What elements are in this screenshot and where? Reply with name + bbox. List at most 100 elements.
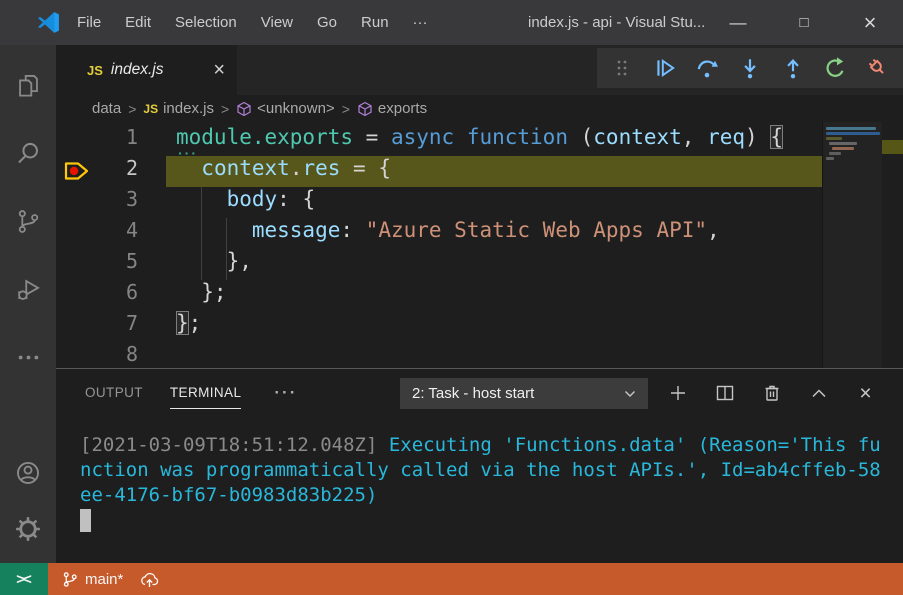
search-icon[interactable] (0, 125, 56, 181)
maximize-panel-icon[interactable] (808, 382, 829, 404)
tab-index-js[interactable]: JS index.js × (56, 45, 237, 95)
debug-toolbar (597, 48, 903, 88)
terminal-line[interactable]: [2021-03-09T18:51:12.048Z] Executing 'Fu… (80, 433, 895, 458)
menu-item[interactable]: File (65, 0, 113, 45)
code-token: : (340, 218, 365, 242)
namespace-symbol-icon (357, 101, 373, 117)
menu-item[interactable]: Selection (163, 0, 249, 45)
inline-hint-dots: ··· (178, 149, 198, 157)
panel-actions: × (667, 369, 876, 417)
minimap[interactable] (822, 122, 882, 368)
current-line-breakpoint-icon[interactable] (63, 160, 91, 182)
tab-output[interactable]: OUTPUT (85, 369, 143, 417)
breadcrumb-separator: > (121, 101, 143, 117)
line-number[interactable]: 5 (56, 249, 156, 280)
menu-item[interactable]: Run (349, 0, 401, 45)
debug-continue-icon[interactable] (652, 55, 678, 81)
remote-indicator[interactable]: >< (0, 563, 48, 595)
split-terminal-icon[interactable] (714, 382, 735, 404)
run-and-debug-icon[interactable] (0, 261, 56, 317)
cloud-upload-icon (139, 571, 160, 588)
minimap-line (826, 137, 842, 140)
code-line[interactable] (176, 342, 822, 368)
code-token: ( (568, 125, 593, 149)
terminal-line[interactable]: nction was programmatically called via t… (80, 458, 895, 483)
code-token: = (353, 125, 391, 149)
code-line[interactable]: message: "Azure Static Web Apps API", (176, 218, 822, 249)
new-terminal-icon[interactable] (667, 382, 688, 404)
minimap-line (826, 132, 880, 135)
code-token: async (391, 125, 454, 149)
explorer-icon[interactable] (0, 57, 56, 113)
terminal-picker-dropdown[interactable]: 2: Task - host start (400, 378, 648, 409)
close-panel-icon[interactable]: × (855, 382, 876, 404)
settings-gear-icon[interactable] (0, 501, 56, 557)
breadcrumb-item-data[interactable]: data (92, 100, 121, 117)
breadcrumb-item-exports[interactable]: exports (357, 100, 427, 117)
code-token: = { (340, 156, 391, 180)
menu-item[interactable]: ··· (401, 0, 440, 45)
source-control-icon[interactable] (0, 193, 56, 249)
breadcrumb-separator: > (335, 101, 357, 117)
code-token: , (707, 218, 720, 242)
toolbar-drag-handle[interactable] (609, 55, 635, 81)
javascript-file-icon: JS (87, 63, 103, 78)
status-bar: >< main* (0, 563, 903, 595)
code-token: module.exports (176, 125, 353, 149)
code-token: ) (745, 125, 770, 149)
menu-item[interactable]: Go (305, 0, 349, 45)
window-controls: — □ × (705, 0, 903, 45)
line-number[interactable]: 8 (56, 342, 156, 368)
code-line[interactable]: }; (176, 280, 822, 311)
code-token: : { (277, 187, 315, 211)
code-line[interactable]: body: { (176, 187, 822, 218)
maximize-button[interactable]: □ (771, 0, 837, 45)
debug-step-out-icon[interactable] (780, 55, 806, 81)
code-token: , (682, 125, 707, 149)
minimap-line (832, 147, 854, 150)
breadcrumb: data > JS index.js > <unknown> > exports (56, 95, 903, 122)
namespace-symbol-icon (236, 101, 252, 117)
code-token: . (290, 156, 303, 180)
tab-terminal[interactable]: TERMINAL (170, 369, 241, 417)
code-line[interactable]: }, (176, 249, 822, 280)
debug-step-over-icon[interactable] (694, 55, 720, 81)
code-token (454, 125, 467, 149)
code-editor[interactable]: 12345678 ··· module.exports = async func… (56, 122, 903, 368)
git-branch-item[interactable]: main* (62, 571, 123, 588)
line-number[interactable]: 6 (56, 280, 156, 311)
terminal-output: [2021-03-09T18:51:12.048Z] Executing 'Fu… (80, 433, 895, 534)
menu-item[interactable]: Edit (113, 0, 163, 45)
close-window-button[interactable]: × (837, 0, 903, 45)
window-title: index.js - api - Visual Stu... (528, 0, 705, 45)
terminal-text: Executing 'Functions.data' (Reason='This… (389, 434, 881, 456)
line-number[interactable]: 4 (56, 218, 156, 249)
accounts-icon[interactable] (0, 445, 56, 501)
code-line[interactable]: context.res = { (166, 156, 822, 187)
breadcrumb-item-file[interactable]: JS index.js (143, 100, 214, 117)
menu-item[interactable]: View (249, 0, 305, 45)
code-line[interactable]: module.exports = async function (context… (176, 125, 822, 156)
panel-more-actions[interactable]: ··· (274, 383, 297, 403)
overview-ruler[interactable] (882, 122, 903, 368)
terminal-line[interactable]: ee-4176-bf67-b0983d83b225) (80, 483, 895, 508)
code-token: "Azure Static Web Apps API" (366, 218, 707, 242)
breadcrumb-item-unknown[interactable]: <unknown> (236, 100, 335, 117)
tab-close-icon[interactable]: × (213, 60, 225, 80)
code-token: res (302, 156, 340, 180)
publish-changes-button[interactable] (139, 571, 160, 588)
code-line[interactable]: }; (176, 311, 822, 342)
debug-disconnect-icon[interactable] (865, 55, 891, 81)
kill-terminal-icon[interactable] (761, 382, 782, 404)
minimap-line (826, 157, 834, 160)
debug-restart-icon[interactable] (822, 55, 848, 81)
line-number[interactable]: 3 (56, 187, 156, 218)
line-number[interactable]: 7 (56, 311, 156, 342)
title-bar: FileEditSelectionViewGoRun··· index.js -… (0, 0, 903, 45)
code-token: body (227, 187, 278, 211)
more-views-icon[interactable] (0, 329, 56, 385)
minimize-button[interactable]: — (705, 0, 771, 45)
line-number[interactable]: 1 (56, 125, 156, 156)
breadcrumb-separator: > (214, 101, 236, 117)
debug-step-into-icon[interactable] (737, 55, 763, 81)
